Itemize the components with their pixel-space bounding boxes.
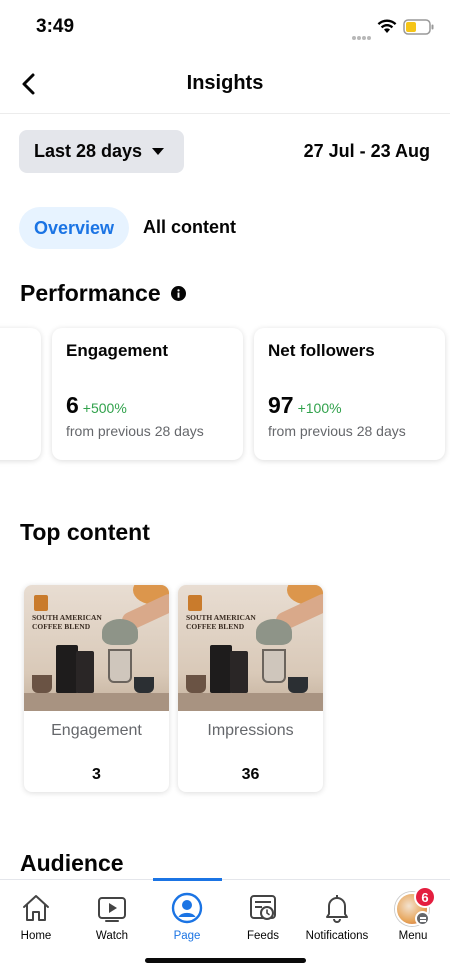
battery-icon <box>403 19 434 35</box>
wifi-icon <box>377 19 397 33</box>
audience-title: Audience <box>20 850 124 876</box>
menu-hamburger-icon <box>415 911 430 926</box>
top-content-title: Top content <box>20 519 150 545</box>
performance-card-net-followers[interactable]: Net followers 97 +100% from previous 28 d… <box>254 328 445 460</box>
info-icon[interactable] <box>171 286 186 301</box>
nav-notifications[interactable]: Notifications <box>297 880 377 950</box>
nav-watch[interactable]: Watch <box>72 880 152 950</box>
top-post-card[interactable]: SOUTH AMERICAN COFFEE BLEND Engagement 3 <box>24 585 169 792</box>
card-label: Engagement <box>66 341 169 360</box>
card-change: +500% <box>82 400 127 416</box>
feeds-icon <box>250 895 276 920</box>
performance-title: Performance <box>20 280 161 306</box>
nav-menu[interactable]: 6 Menu <box>373 880 450 950</box>
cellular-signal-icon <box>352 27 374 40</box>
card-change: +100% <box>297 400 342 416</box>
nav-label: Page <box>173 930 201 942</box>
card-subtitle: from previous 28 days <box>268 423 406 439</box>
header: Insights <box>0 56 450 114</box>
home-indicator <box>145 958 306 963</box>
post-metric-label: Impressions <box>207 722 294 739</box>
nav-home[interactable]: Home <box>0 880 76 950</box>
status-time: 3:49 <box>36 16 75 37</box>
caret-down-icon <box>152 148 165 155</box>
performance-card-partial[interactable] <box>0 328 41 460</box>
card-value: 97 <box>268 392 294 418</box>
post-metric-label: Engagement <box>51 722 142 739</box>
home-icon <box>23 895 49 921</box>
watch-icon <box>98 897 126 922</box>
nav-label: Home <box>20 930 52 942</box>
status-bar: 3:49 <box>0 0 450 54</box>
card-value-row: 6 +500% <box>66 392 127 419</box>
nav-page[interactable]: Page <box>147 880 227 950</box>
date-range-text: 27 Jul - 23 Aug <box>303 141 430 161</box>
nav-label: Notifications <box>305 930 369 942</box>
post-thumbnail: SOUTH AMERICAN COFFEE BLEND <box>24 585 169 711</box>
card-value-row: 97 +100% <box>268 392 342 419</box>
bell-icon <box>326 895 348 923</box>
card-label: Net followers <box>268 341 375 360</box>
performance-card-engagement[interactable]: Engagement 6 +500% from previous 28 days <box>52 328 243 460</box>
brand-logo-icon <box>34 595 48 611</box>
nav-label: Watch <box>95 930 129 942</box>
nav-label: Feeds <box>247 930 279 942</box>
card-subtitle: from previous 28 days <box>66 423 204 439</box>
tab-overview[interactable]: Overview <box>19 207 129 249</box>
tab-all-content[interactable]: All content <box>143 217 236 238</box>
notification-badge: 6 <box>414 886 436 908</box>
post-thumbnail: SOUTH AMERICAN COFFEE BLEND <box>178 585 323 711</box>
top-post-card[interactable]: SOUTH AMERICAN COFFEE BLEND Impressions … <box>178 585 323 792</box>
post-metric-value: 36 <box>241 766 260 783</box>
page-icon <box>171 892 203 924</box>
page-title: Insights <box>186 72 264 94</box>
date-range-label: Last 28 days <box>34 141 143 161</box>
nav-label: Menu <box>398 930 428 942</box>
nav-feeds[interactable]: Feeds <box>223 880 303 950</box>
card-value: 6 <box>66 392 79 418</box>
brand-logo-icon <box>188 595 202 611</box>
post-metric-value: 3 <box>92 766 101 783</box>
date-range-dropdown[interactable]: Last 28 days <box>19 130 184 173</box>
